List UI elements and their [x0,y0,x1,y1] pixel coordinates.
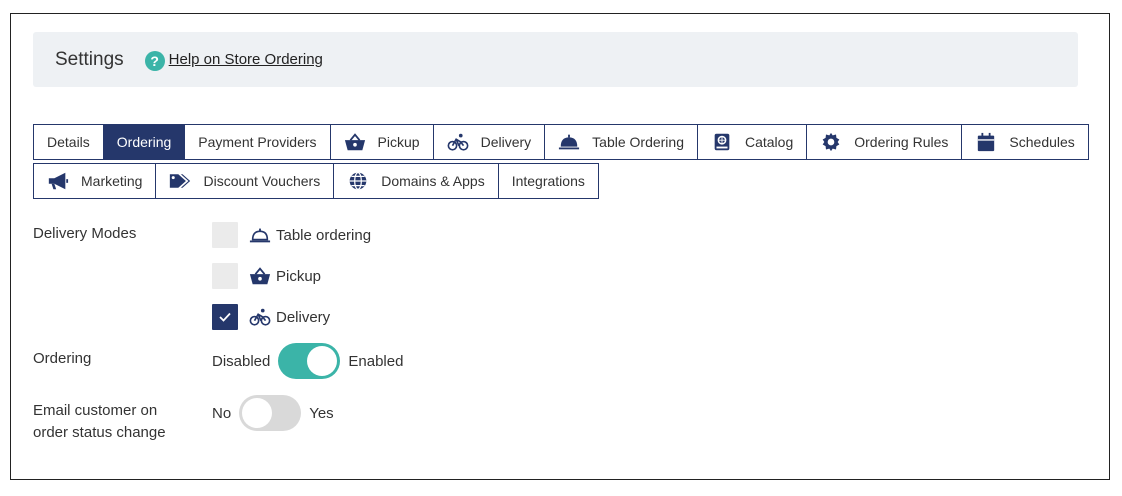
tab-pickup[interactable]: Pickup [329,124,434,160]
ordering-disabled-label: Disabled [212,352,271,370]
checkbox-delivery[interactable] [212,304,238,330]
tab-ordering-rules[interactable]: Ordering Rules [806,124,963,160]
delivery-mode-label: Delivery [276,308,331,326]
cloche-icon [558,132,580,152]
toggle-knob [307,346,338,376]
page-title: Settings [55,48,124,70]
tags-icon [169,171,191,191]
cloche-icon [249,225,271,245]
calendar-icon [975,132,997,152]
checkbox-table-ordering[interactable] [212,222,238,248]
delivery-mode-table-ordering: Table ordering [212,222,371,248]
checkmark-icon [219,312,231,322]
tab-discount-vouchers[interactable]: Discount Vouchers [155,163,335,199]
tab-label: Schedules [1009,134,1075,150]
book-icon [711,132,733,152]
tab-details[interactable]: Details [33,124,104,160]
help-link-group[interactable]: ? Help on Store Ordering [144,49,323,71]
email-customer-toggle[interactable] [239,395,302,431]
settings-header: Settings ? Help on Store Ordering [33,32,1078,87]
ordering-enabled-label: Enabled [348,352,404,370]
tab-label: Ordering Rules [854,134,949,150]
delivery-mode-delivery: Delivery [212,304,330,330]
tab-label: Payment Providers [198,134,317,150]
email-customer-toggle-group: No Yes [212,395,334,431]
tab-label: Delivery [480,134,532,150]
tab-integrations[interactable]: Integrations [497,163,599,199]
tab-marketing[interactable]: Marketing [33,163,157,199]
tab-catalog[interactable]: Catalog [696,124,808,160]
basket-icon [344,132,366,152]
ordering-label: Ordering [33,350,92,367]
settings-panel: Settings ? Help on Store Ordering Detail… [10,13,1110,480]
tab-delivery[interactable]: Delivery [432,124,546,160]
delivery-mode-label: Table ordering [276,226,372,244]
tab-domains-apps[interactable]: Domains & Apps [333,163,499,199]
tab-label: Ordering [116,134,172,150]
bicycle-icon [249,307,271,327]
tab-bar-row-1: Details Ordering Payment Providers Pickup De… [33,124,1089,160]
email-customer-label-line2: order status change [33,424,166,441]
email-customer-label: Email customer on order status change [33,400,166,444]
tab-label: Discount Vouchers [203,173,321,189]
delivery-modes-label: Delivery Modes [33,225,137,242]
delivery-mode-label: Pickup [276,267,322,285]
tab-schedules[interactable]: Schedules [961,124,1089,160]
globe-icon [347,171,369,191]
tab-label: Details [47,134,90,150]
help-icon[interactable]: ? [144,50,165,71]
tab-payment-providers[interactable]: Payment Providers [184,124,331,160]
tab-label: Catalog [744,134,794,150]
tab-label: Pickup [377,134,420,150]
ordering-toggle-group: Disabled Enabled [212,343,403,379]
checkbox-pickup[interactable] [212,263,238,289]
tab-label: Integrations [511,173,585,189]
email-yes-label: Yes [309,404,334,422]
tab-ordering[interactable]: Ordering [102,124,186,160]
tab-label: Table Ordering [592,134,684,150]
email-no-label: No [212,404,232,422]
tab-label: Domains & Apps [381,173,485,189]
bicycle-icon [447,132,469,152]
tab-label: Marketing [81,173,143,189]
ordering-toggle[interactable] [278,343,341,379]
delivery-mode-pickup: Pickup [212,263,321,289]
basket-icon [249,266,271,286]
tab-bar-row-2: Marketing Discount Vouchers Domains & Apps… [33,163,599,199]
megaphone-icon [47,171,69,191]
toggle-knob [242,398,273,428]
gear-icon [820,132,842,152]
tab-table-ordering[interactable]: Table Ordering [544,124,698,160]
help-link[interactable]: Help on Store Ordering [169,51,323,68]
email-customer-label-line1: Email customer on [33,402,158,419]
